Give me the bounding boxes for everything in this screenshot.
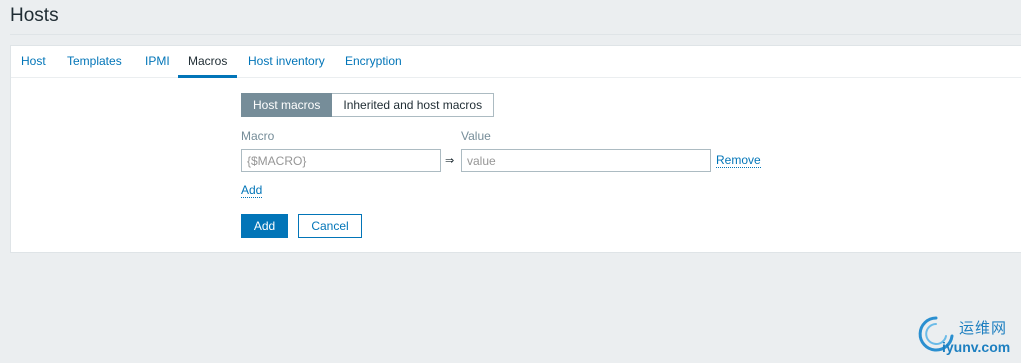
watermark-logo: 运维网 iyunv.com <box>916 312 1021 360</box>
value-input[interactable] <box>461 149 711 172</box>
tab-host-inventory[interactable]: Host inventory <box>248 46 325 77</box>
macro-view-switch: Host macros Inherited and host macros <box>241 93 495 117</box>
tab-macros[interactable]: Macros <box>178 46 238 78</box>
macro-column-header: Macro <box>241 129 275 143</box>
tab-ipmi[interactable]: IPMI <box>145 46 170 77</box>
tab-templates[interactable]: Templates <box>67 46 122 77</box>
title-divider <box>10 34 1021 35</box>
host-macros-option[interactable]: Host macros <box>241 93 333 117</box>
tab-bar: Host Templates IPMI Macros Host inventor… <box>11 46 1021 78</box>
host-form-panel: Host Templates IPMI Macros Host inventor… <box>10 45 1021 253</box>
macro-input[interactable] <box>241 149 441 172</box>
remove-macro-link[interactable]: Remove <box>716 154 761 168</box>
value-column-header: Value <box>461 129 491 143</box>
cancel-button[interactable]: Cancel <box>298 214 362 238</box>
macro-arrow-icon: ⇒ <box>445 155 455 167</box>
watermark-text-domain: iyunv.com <box>942 339 1011 355</box>
page-title: Hosts <box>10 5 59 26</box>
watermark-text-cn: 运维网 <box>959 319 1008 337</box>
add-macro-link[interactable]: Add <box>241 184 263 198</box>
tab-host[interactable]: Host <box>21 46 46 77</box>
add-button[interactable]: Add <box>241 214 288 238</box>
tab-encryption[interactable]: Encryption <box>345 46 402 77</box>
inherited-macros-option[interactable]: Inherited and host macros <box>332 93 495 117</box>
